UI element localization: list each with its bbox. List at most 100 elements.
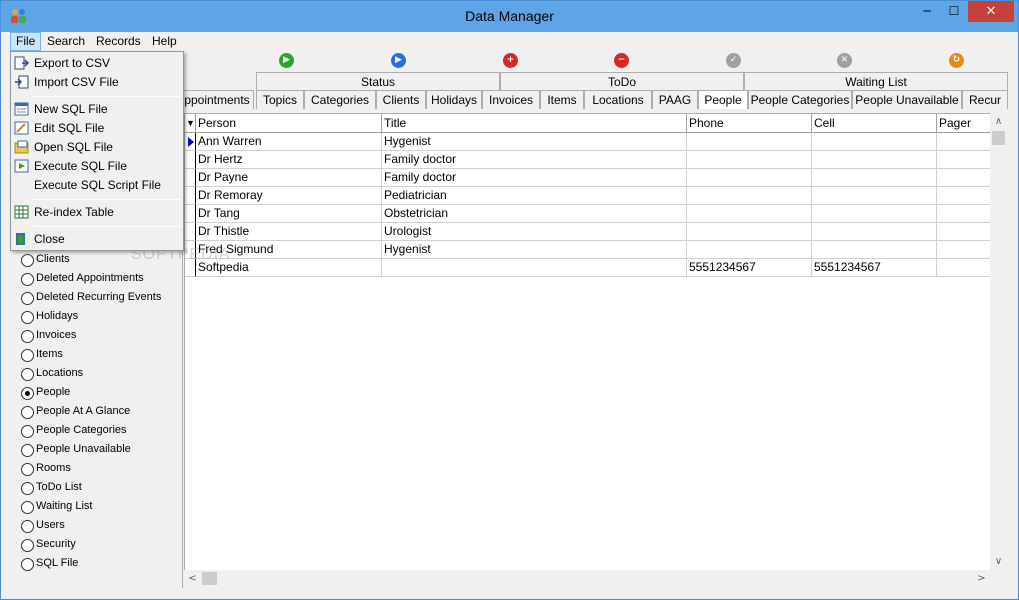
horizontal-scroll-thumb[interactable]	[202, 572, 217, 585]
menu-close[interactable]: Close	[11, 230, 183, 249]
table-row[interactable]: Dr Remoray Pediatrician	[185, 187, 991, 205]
tab-locations[interactable]: Locations	[584, 90, 652, 109]
row-indicator[interactable]	[185, 151, 196, 169]
vertical-scroll-thumb[interactable]	[992, 131, 1005, 145]
tab-topics[interactable]: Topics	[256, 90, 304, 109]
column-header-pager[interactable]: Pager	[937, 114, 991, 133]
cancel-icon[interactable]: ✕	[837, 53, 852, 68]
table-cell[interactable]	[812, 187, 937, 205]
tab-holidays[interactable]: Holidays	[426, 90, 482, 109]
menu-import-csv[interactable]: Import CSV File	[11, 73, 183, 92]
check-icon[interactable]: ✓	[726, 53, 741, 68]
radio-unchecked-icon[interactable]	[21, 425, 34, 438]
radio-unchecked-icon[interactable]	[21, 254, 34, 267]
table-cell[interactable]	[937, 169, 991, 187]
table-cell[interactable]: Dr Remoray	[196, 187, 382, 205]
radio-unchecked-icon[interactable]	[21, 463, 34, 476]
sort-indicator-icon[interactable]: ▼	[185, 114, 196, 133]
row-indicator[interactable]	[185, 169, 196, 187]
menu-new-sql[interactable]: New SQL File	[11, 100, 183, 119]
tab-paag[interactable]: PAAG	[652, 90, 698, 109]
table-cell[interactable]: 5551234567	[812, 259, 937, 277]
table-cell[interactable]	[937, 187, 991, 205]
menu-search[interactable]: Search	[42, 32, 90, 51]
table-cell[interactable]	[687, 205, 812, 223]
radio-unchecked-icon[interactable]	[21, 349, 34, 362]
tab-people-categories[interactable]: People Categories	[748, 90, 852, 109]
table-cell[interactable]: Ann Warren	[196, 133, 382, 151]
table-cell[interactable]: Hygenist	[382, 241, 687, 259]
table-row[interactable]: Dr Payne Family doctor	[185, 169, 991, 187]
table-row[interactable]: Fred Sigmund Hygenist	[185, 241, 991, 259]
next-record-icon[interactable]: ▶	[391, 53, 406, 68]
radio-unchecked-icon[interactable]	[21, 539, 34, 552]
table-row[interactable]: Dr Hertz Family doctor	[185, 151, 991, 169]
table-row[interactable]: Dr Thistle Urologist	[185, 223, 991, 241]
table-cell[interactable]	[687, 169, 812, 187]
table-cell[interactable]	[812, 133, 937, 151]
tab-people-unavailable[interactable]: People Unavailable	[852, 90, 962, 109]
first-record-icon[interactable]: ▶	[279, 53, 294, 68]
table-cell[interactable]: Urologist	[382, 223, 687, 241]
table-cell[interactable]	[382, 259, 687, 277]
add-record-icon[interactable]: +	[503, 53, 518, 68]
radio-unchecked-icon[interactable]	[21, 406, 34, 419]
radio-unchecked-icon[interactable]	[21, 273, 34, 286]
radio-unchecked-icon[interactable]	[21, 330, 34, 343]
menu-reindex-table[interactable]: Re-index Table	[11, 203, 183, 222]
table-cell[interactable]	[812, 205, 937, 223]
radio-unchecked-icon[interactable]	[21, 520, 34, 533]
table-row[interactable]: Dr Tang Obstetrician	[185, 205, 991, 223]
radio-unchecked-icon[interactable]	[21, 311, 34, 324]
menu-export-csv[interactable]: Export to CSV	[11, 54, 183, 73]
table-cell[interactable]: Family doctor	[382, 151, 687, 169]
radio-unchecked-icon[interactable]	[21, 501, 34, 514]
tab-items[interactable]: Items	[540, 90, 584, 109]
table-cell[interactable]: 5551234567	[687, 259, 812, 277]
data-grid[interactable]: ▼ Person Title Phone Cell Pager Ann Warr…	[184, 113, 991, 570]
tab-clients[interactable]: Clients	[376, 90, 426, 109]
menu-file[interactable]: File	[10, 32, 42, 51]
tab-categories[interactable]: Categories	[304, 90, 376, 109]
row-indicator[interactable]	[185, 133, 196, 151]
tab-invoices[interactable]: Invoices	[482, 90, 540, 109]
table-cell[interactable]	[812, 169, 937, 187]
radio-unchecked-icon[interactable]	[21, 368, 34, 381]
table-cell[interactable]	[937, 223, 991, 241]
scroll-up-icon[interactable]: ∧	[990, 113, 1007, 130]
column-header-title[interactable]: Title	[382, 114, 687, 133]
table-cell[interactable]: Dr Payne	[196, 169, 382, 187]
refresh-icon[interactable]: ↻	[949, 53, 964, 68]
radio-unchecked-icon[interactable]	[21, 482, 34, 495]
delete-record-icon[interactable]: −	[614, 53, 629, 68]
table-row[interactable]: Ann Warren Hygenist	[185, 133, 991, 151]
table-cell[interactable]: Dr Thistle	[196, 223, 382, 241]
table-cell[interactable]	[937, 259, 991, 277]
menu-execute-sql[interactable]: Execute SQL File	[11, 157, 183, 176]
table-cell[interactable]: Dr Hertz	[196, 151, 382, 169]
tab-waiting-list[interactable]: Waiting List	[744, 72, 1008, 91]
tab-people[interactable]: People	[698, 90, 748, 109]
vertical-scrollbar[interactable]: ∧ ∨	[990, 113, 1007, 570]
menu-open-sql[interactable]: Open SQL File	[11, 138, 183, 157]
table-cell[interactable]	[937, 151, 991, 169]
close-window-button[interactable]: ✕	[968, 1, 1014, 22]
table-cell[interactable]	[687, 187, 812, 205]
radio-unchecked-icon[interactable]	[21, 292, 34, 305]
radio-checked-icon[interactable]	[21, 387, 34, 400]
minimize-button[interactable]: ─	[914, 1, 940, 22]
table-cell[interactable]	[937, 133, 991, 151]
radio-unchecked-icon[interactable]	[21, 558, 34, 571]
table-cell[interactable]: Dr Tang	[196, 205, 382, 223]
tab-appointments[interactable]: ppointments	[180, 90, 254, 109]
menu-edit-sql[interactable]: Edit SQL File	[11, 119, 183, 138]
table-cell[interactable]	[937, 241, 991, 259]
column-header-cell[interactable]: Cell	[812, 114, 937, 133]
menu-execute-sql-script[interactable]: Execute SQL Script File	[11, 176, 183, 195]
table-cell[interactable]	[687, 241, 812, 259]
tab-todo[interactable]: ToDo	[500, 72, 744, 91]
table-cell[interactable]: Hygenist	[382, 133, 687, 151]
menu-records[interactable]: Records	[91, 32, 146, 51]
row-indicator[interactable]	[185, 223, 196, 241]
table-cell[interactable]: Family doctor	[382, 169, 687, 187]
